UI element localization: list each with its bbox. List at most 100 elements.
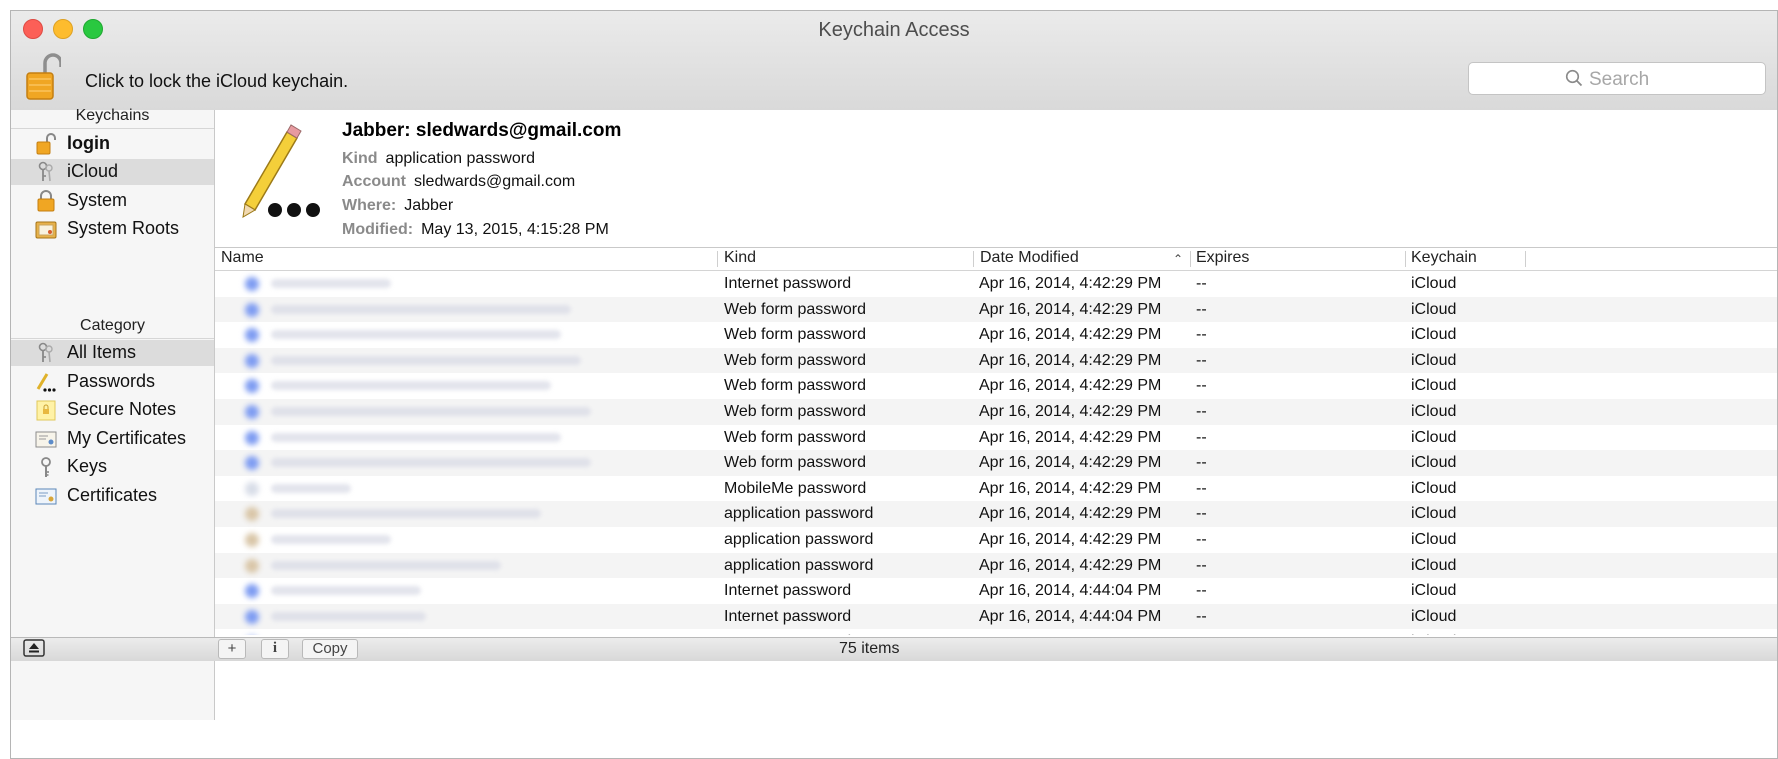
item-type-icon [245,558,259,573]
detail-kind-row: Kind application password [342,150,535,168]
sidebar-item-label: Certificates [67,485,158,505]
column-separator[interactable] [973,251,974,267]
column-header-keychain[interactable]: Keychain [1411,249,1477,269]
sidebar-item-system-roots[interactable]: System Roots [11,216,214,242]
table-row[interactable]: Web form password Apr 16, 2014, 4:42:29 P… [215,450,1777,476]
sidebar-item-label: login [67,133,110,153]
table-row[interactable]: Internet password Apr 16, 2014, 4:44:04 P… [215,629,1777,635]
sidebar-item-login[interactable]: login [11,131,214,157]
pencil-dots-icon [235,122,323,222]
cell-expires: -- [1196,351,1207,369]
cell-keychain: iCloud [1411,582,1457,600]
item-type-icon [245,302,259,317]
cell-keychain: iCloud [1411,351,1457,369]
column-separator[interactable] [1190,251,1191,267]
table-row[interactable]: application password Apr 16, 2014, 4:42:2… [215,501,1777,527]
table-row[interactable]: Internet password Apr 16, 2014, 4:42:29 P… [215,271,1777,297]
cell-kind: Internet password [724,633,851,635]
cell-kind: application password [724,505,874,523]
cell-expires: -- [1196,275,1207,292]
table-row[interactable]: Web form password Apr 16, 2014, 4:42:29 P… [215,373,1777,399]
keychain-access-window: Keychain Access Click to lock the iCloud… [10,10,1778,759]
redacted-item-name [271,586,421,596]
detail-account-value: sledwards@gmail.com [414,173,576,190]
cell-date-modified: Apr 16, 2014, 4:44:04 PM [979,633,1161,635]
cell-date-modified: Apr 16, 2014, 4:42:29 PM [979,377,1162,395]
redacted-item-name [271,279,391,288]
column-header-kind[interactable]: Kind [724,249,756,269]
column-header-name[interactable]: Name [221,249,264,269]
sidebar-divider [11,338,214,339]
cell-keychain: iCloud [1411,633,1456,635]
detail-account-row: Account sledwards@gmail.com [342,173,575,191]
sidebar-item-label: System [67,190,128,210]
cell-expires: -- [1196,403,1207,420]
sidebar: Keychains login iCloud System System Roo… [11,107,215,720]
cell-kind: MobileMe password [724,479,867,497]
item-type-icon [245,481,259,496]
sidebar-item-passwords[interactable]: Passwords [11,369,214,395]
eject-icon [23,639,45,657]
item-type-icon [245,609,259,624]
redacted-item-name [271,407,591,416]
copy-button[interactable]: Copy [302,639,358,659]
table-row[interactable]: Web form password Apr 16, 2014, 4:42:29 P… [215,296,1777,323]
table-row[interactable]: Internet password Apr 16, 2014, 4:44:04 P… [215,603,1777,630]
info-button[interactable]: i [261,639,289,659]
titlebar-toolbar: Keychain Access Click to lock the iCloud… [11,11,1777,111]
item-type-icon [245,328,259,343]
cell-kind: Internet password [724,607,852,625]
add-item-button[interactable]: + [218,639,246,659]
column-header-expires[interactable]: Expires [1196,249,1249,269]
detail-kind-value: application password [385,150,535,167]
column-header-date-modified[interactable]: Date Modified [980,249,1079,269]
window-title: Keychain Access [818,19,970,41]
cell-kind: Web form password [724,326,866,344]
search-field[interactable]: Search [1468,62,1766,95]
table-row[interactable]: Internet password Apr 16, 2014, 4:44:04 P… [215,578,1777,604]
item-type-icon [245,456,259,471]
redacted-item-name [271,304,571,314]
cell-kind: Web form password [724,300,866,318]
item-type-icon [245,353,259,368]
redacted-item-name [271,509,541,519]
table-row[interactable]: Web form password Apr 16, 2014, 4:42:29 P… [215,425,1777,451]
item-type-icon [245,277,259,291]
column-separator[interactable] [1405,251,1406,267]
category-section-title: Category [80,317,145,334]
lock-keychain-label[interactable]: Click to lock the iCloud keychain. [85,71,348,92]
cell-expires: -- [1196,556,1207,574]
toggle-sidebar-button[interactable] [21,639,47,659]
cell-date-modified: Apr 16, 2014, 4:44:04 PM [979,607,1162,625]
sidebar-item-keys[interactable]: Keys [11,454,214,480]
cell-date-modified: Apr 16, 2014, 4:42:29 PM [979,326,1162,344]
detail-where-row: Where: Jabber [342,197,453,215]
sidebar-item-my-certificates[interactable]: My Certificates [11,426,214,452]
unlocked-padlock-icon[interactable] [25,53,63,101]
cell-keychain: iCloud [1411,556,1457,574]
cell-expires: -- [1196,531,1207,548]
table-row[interactable]: Web form password Apr 16, 2014, 4:42:29 P… [215,347,1777,374]
unlocked-padlock-icon [35,133,57,155]
cell-keychain: iCloud [1411,403,1457,420]
table-row[interactable]: application password Apr 16, 2014, 4:42:2… [215,552,1777,579]
table-row[interactable]: MobileMe password Apr 16, 2014, 4:42:29 P… [215,476,1777,502]
sidebar-item-certificates[interactable]: Certificates [11,483,214,509]
sidebar-item-icloud[interactable]: iCloud [11,159,214,185]
detail-account-label: Account [342,173,406,190]
sidebar-item-all-items[interactable]: All Items [11,340,214,366]
redacted-item-name [271,535,391,544]
locked-padlock-icon [35,190,57,212]
cell-keychain: iCloud [1411,300,1457,318]
cell-date-modified: Apr 16, 2014, 4:42:29 PM [979,428,1162,446]
table-row[interactable]: Web form password Apr 16, 2014, 4:42:29 P… [215,399,1777,425]
table-row[interactable]: Web form password Apr 16, 2014, 4:42:29 P… [215,322,1777,348]
sidebar-item-secure-notes[interactable]: Secure Notes [11,397,214,423]
items-table: Name Kind Date Modified ⌃ Expires Keycha… [215,248,1777,635]
table-row[interactable]: application password Apr 16, 2014, 4:42:2… [215,527,1777,553]
search-placeholder: Search [1589,69,1650,90]
cell-date-modified: Apr 16, 2014, 4:42:29 PM [979,531,1162,548]
sidebar-item-system[interactable]: System [11,188,214,214]
column-separator[interactable] [1525,251,1526,267]
column-separator[interactable] [717,251,718,267]
